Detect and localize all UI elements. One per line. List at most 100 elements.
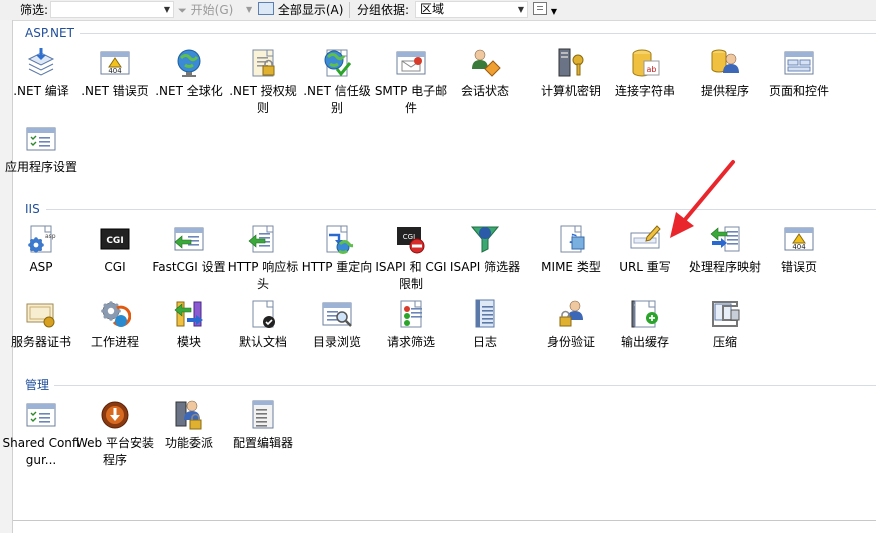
- funnel-icon: ⏷: [178, 4, 187, 17]
- handler-mappings-icon: [709, 223, 741, 255]
- smtp-email-icon: [395, 47, 427, 79]
- group-title-management: 管理: [25, 378, 50, 392]
- logging-icon: [469, 298, 501, 330]
- providers-icon: [709, 47, 741, 79]
- worker-processes-icon: [99, 298, 132, 330]
- error-page-404-icon: 404: [99, 47, 131, 79]
- show-all-label: 全部显示(A): [277, 3, 344, 17]
- fastcgi-icon: [173, 223, 205, 255]
- filter-label: 筛选:: [20, 3, 49, 17]
- cgi-icon: CGI: [99, 223, 131, 255]
- feature-label: 输出缓存: [620, 335, 669, 349]
- pages-controls-icon: [783, 47, 815, 79]
- feature-label: 页面和控件: [768, 84, 829, 98]
- svg-text:CGI: CGI: [106, 236, 123, 246]
- group-title-iis: IIS: [25, 202, 40, 216]
- globe-icon: [173, 47, 205, 79]
- feature-label: 目录浏览: [312, 335, 361, 349]
- http-headers-icon: [247, 223, 279, 255]
- output-caching-icon: [629, 298, 661, 330]
- compression-icon: [709, 298, 741, 330]
- svg-text:asp: asp: [45, 233, 56, 240]
- chevron-down-icon[interactable]: ▼: [164, 5, 170, 14]
- feature-label: .NET 错误页: [81, 84, 149, 98]
- svg-text:ab: ab: [647, 65, 657, 74]
- group-by-select[interactable]: 区域 ▼: [415, 1, 528, 18]
- show-all-icon: [258, 2, 274, 15]
- feature-label: 服务器证书: [10, 335, 71, 349]
- svg-text:404: 404: [108, 67, 122, 75]
- feature-label: 会话状态: [460, 84, 509, 98]
- feature-label: .NET 信任级别: [303, 84, 371, 115]
- grid-view-icon: [533, 2, 547, 15]
- start-dropdown-icon[interactable]: ▼: [246, 2, 252, 18]
- feature-label: 模块: [176, 335, 201, 349]
- feature-label: Web 平台安装程序: [76, 436, 154, 467]
- url-rewrite-icon: [629, 223, 661, 255]
- directory-browsing-icon: [321, 298, 353, 330]
- group-divider: [54, 385, 876, 386]
- shared-config-icon: [25, 399, 57, 431]
- toolbar-separator: [349, 2, 350, 18]
- feature-delegation-icon: [173, 399, 205, 431]
- group-by-label: 分组依据:: [357, 3, 410, 17]
- feature-label: CGI: [104, 260, 126, 274]
- filter-input[interactable]: ▼: [50, 1, 174, 18]
- mime-types-icon: ♫: [555, 223, 587, 255]
- feature-label: .NET 授权规则: [229, 84, 297, 115]
- modules-icon: [173, 298, 205, 330]
- feature-label: 配置编辑器: [232, 436, 293, 450]
- feature-label: URL 重写: [619, 260, 671, 274]
- feature-label: 处理程序映射: [688, 260, 761, 274]
- chevron-down-icon: ▼: [550, 7, 557, 16]
- feature-label: 请求筛选: [386, 335, 435, 349]
- web-platform-installer-icon: [99, 399, 131, 431]
- asp-icon: asp: [25, 223, 57, 255]
- feature-label: 日志: [472, 335, 497, 349]
- svg-text:404: 404: [792, 243, 806, 251]
- authentication-icon: [555, 298, 587, 330]
- feature-label: .NET 全球化: [155, 84, 223, 98]
- show-all-button[interactable]: 全部显示(A): [258, 2, 343, 18]
- request-filtering-icon: [395, 298, 427, 330]
- feature-label: SMTP 电子邮件: [374, 84, 448, 115]
- error-page-404-icon: 404: [783, 223, 815, 255]
- feature-label: ISAPI 和 CGI 限制: [375, 260, 447, 291]
- group-divider: [80, 33, 876, 34]
- feature-label: ASP: [29, 260, 53, 274]
- feature-label: 应用程序设置: [4, 160, 77, 174]
- http-redirect-icon: [321, 223, 358, 255]
- config-editor-icon: [247, 399, 279, 431]
- feature-label: HTTP 重定向: [301, 260, 373, 274]
- feature-label: 连接字符串: [614, 84, 675, 98]
- feature-label: 提供程序: [700, 84, 749, 98]
- view-mode-button[interactable]: ▼: [533, 2, 557, 18]
- feature-label: 工作进程: [90, 335, 139, 349]
- feature-label: Shared Configur...: [2, 436, 80, 467]
- feature-label: MIME 类型: [541, 260, 601, 274]
- dotnet-compile-icon: [25, 47, 57, 79]
- auth-rules-icon: [247, 47, 279, 79]
- feature-label: FastCGI 设置: [152, 260, 226, 274]
- chevron-down-icon[interactable]: ▼: [518, 5, 524, 14]
- feature-label: 默认文档: [238, 335, 287, 349]
- content-bottom-border: [13, 520, 876, 521]
- feature-label: 功能委派: [164, 436, 213, 450]
- filter-toolbar: 筛选: ▼ ⏷ 开始(G) ▼ 全部显示(A) 分组依据: 区域 ▼ ▼: [0, 0, 876, 21]
- feature-label: 压缩: [712, 335, 737, 349]
- machine-key-icon: [555, 47, 587, 79]
- isapi-filter-icon: [469, 223, 501, 255]
- start-filter-button[interactable]: ⏷ 开始(G): [178, 2, 233, 18]
- feature-label: HTTP 响应标头: [227, 260, 299, 291]
- session-state-icon: [469, 47, 501, 79]
- server-certificates-icon: [25, 298, 57, 330]
- start-filter-label: 开始(G): [190, 3, 234, 17]
- isapi-cgi-restrictions-icon: CGI: [395, 223, 427, 255]
- connection-string-icon: ab: [629, 47, 661, 79]
- feature-label: 错误页: [780, 260, 817, 274]
- trust-level-icon: [321, 47, 353, 79]
- feature-label: .NET 编译: [13, 84, 69, 98]
- feature-label: ISAPI 筛选器: [449, 260, 521, 274]
- feature-label: 计算机密钥: [540, 84, 601, 98]
- group-divider: [46, 209, 876, 210]
